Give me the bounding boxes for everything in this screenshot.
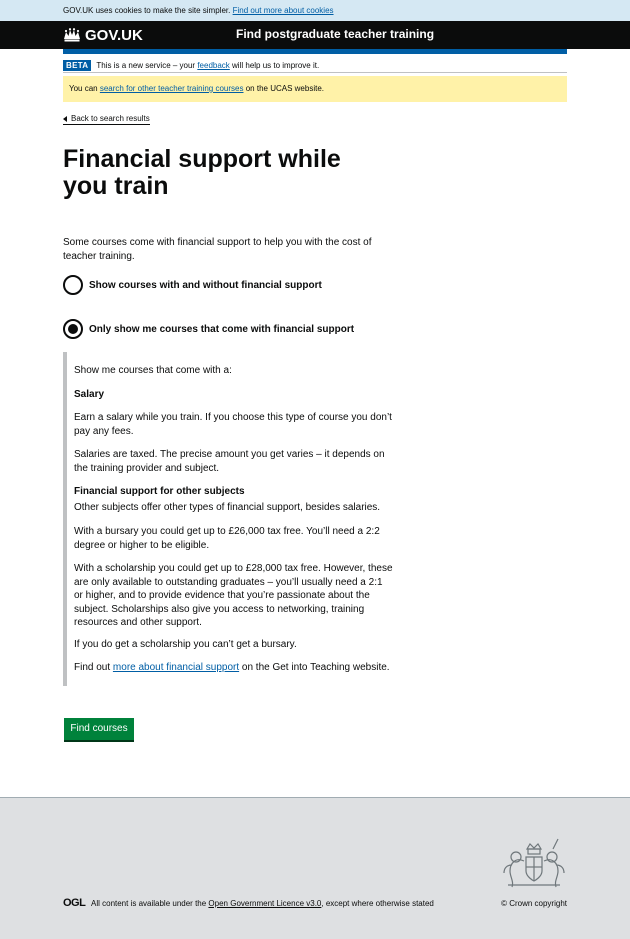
radio-financial-support-only-input[interactable] — [63, 319, 83, 339]
govuk-logo-text: GOV.UK — [85, 26, 143, 44]
find-out-before: Find out — [74, 662, 111, 673]
back-link-label: Back to search results — [71, 114, 150, 123]
radio-financial-support-only-label[interactable]: Only show me courses that come with fina… — [89, 324, 354, 335]
salary-heading: Salary — [74, 389, 105, 400]
radio-all-courses[interactable]: Show courses with and without financial … — [63, 275, 322, 295]
financial-support-link[interactable]: more about financial support — [113, 662, 239, 673]
feedback-link[interactable]: feedback — [197, 61, 229, 70]
radio-all-courses-input[interactable] — [63, 275, 83, 295]
licence-before: All content is available under the — [91, 899, 207, 908]
beta-text-before: This is a new service – your — [96, 60, 196, 70]
scholarship-paragraph: With a scholarship you could get up to £… — [74, 563, 393, 628]
crown-copyright-link[interactable]: © Crown copyright — [501, 899, 567, 908]
financial-support-panel: Show me courses that come with a: Salary… — [63, 352, 393, 686]
other-support-heading: Financial support for other subjects — [74, 486, 245, 497]
notice-text-after: on the UCAS website. — [245, 84, 324, 93]
find-out-after: on the Get into Teaching website. — [241, 662, 390, 673]
notice-text-before: You can — [69, 84, 98, 93]
radio-financial-support-only[interactable]: Only show me courses that come with fina… — [63, 319, 354, 339]
header-blue-bar — [63, 49, 567, 54]
royal-coat-of-arms-icon — [503, 838, 565, 888]
beta-tag: BETA — [63, 59, 92, 71]
beta-text-after: will help us to improve it. — [232, 60, 320, 70]
panel-lead: Show me courses that come with a: — [74, 365, 232, 376]
service-name-link[interactable]: Find postgraduate teacher training — [236, 27, 434, 41]
crown-icon — [64, 28, 80, 42]
licence-after: , except where otherwise stated — [321, 899, 434, 908]
ucas-search-link[interactable]: search for other teacher training course… — [100, 84, 244, 93]
scholarship-bursary-note: If you do get a scholarship you can’t ge… — [74, 639, 297, 650]
open-government-licence-link[interactable]: Open Government Licence v3.0 — [208, 899, 321, 908]
salary-paragraph-2: Salaries are taxed. The precise amount y… — [74, 449, 385, 474]
licence-text: All content is available under the Open … — [91, 899, 434, 908]
page-title: Financial support while you train — [63, 145, 341, 200]
back-arrow-icon — [63, 115, 67, 122]
back-link[interactable]: Back to search results — [63, 114, 150, 125]
site-header: GOV.UK Find postgraduate teacher trainin… — [0, 21, 630, 49]
bursary-paragraph: With a bursary you could get up to £26,0… — [74, 526, 380, 551]
cookie-info-link[interactable]: Find out more about cookies — [233, 6, 334, 15]
cookie-banner: GOV.UK uses cookies to make the site sim… — [0, 0, 630, 21]
ogl-logo: OGL — [63, 897, 86, 909]
govuk-logo-link[interactable]: GOV.UK — [63, 26, 143, 44]
beta-banner: BETA This is a new service – your feedba… — [63, 58, 567, 73]
intro-text: Some courses come with financial support… — [63, 237, 372, 262]
other-support-paragraph-1: Other subjects offer other types of fina… — [74, 502, 381, 513]
cookie-banner-text: GOV.UK uses cookies to make the site sim… — [63, 6, 231, 15]
site-footer: OGL All content is available under the O… — [0, 797, 630, 939]
find-out-more-paragraph: Find out more about financial support on… — [74, 661, 394, 675]
ucas-notice: You can search for other teacher trainin… — [63, 76, 567, 102]
radio-all-courses-label[interactable]: Show courses with and without financial … — [89, 280, 322, 291]
salary-paragraph-1: Earn a salary while you train. If you ch… — [74, 412, 392, 437]
find-courses-button[interactable]: Find courses — [64, 718, 134, 740]
